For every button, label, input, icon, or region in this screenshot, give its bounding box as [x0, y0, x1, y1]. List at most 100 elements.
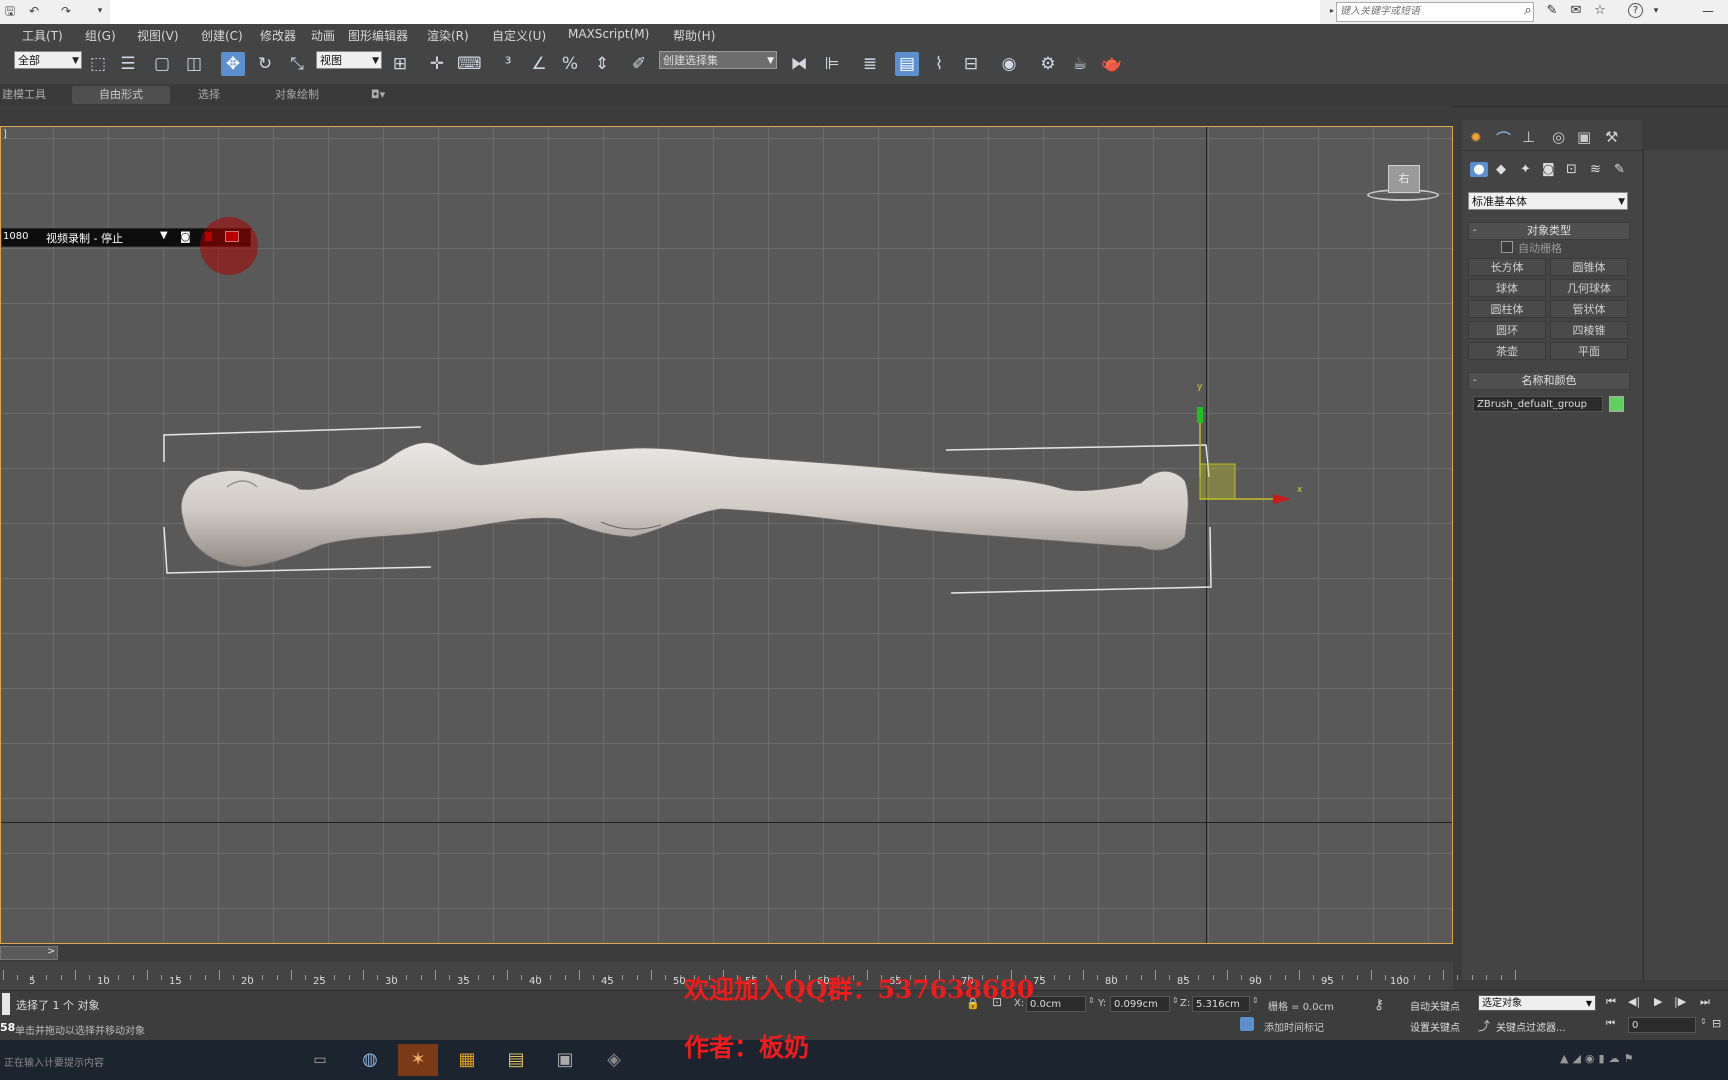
current-frame-field[interactable]: 0: [1628, 1017, 1696, 1033]
shapes-icon[interactable]: ◆: [1496, 162, 1506, 177]
tab-object-paint[interactable]: 对象绘制: [262, 86, 332, 104]
redo-icon[interactable]: ↷: [58, 3, 74, 19]
time-slider[interactable]: >: [0, 944, 1453, 962]
layer-explorer-icon[interactable]: ≣: [858, 52, 882, 76]
previous-frame-icon[interactable]: ◀|: [1628, 995, 1640, 1008]
time-slider-thumb[interactable]: >: [0, 946, 58, 960]
menu-group[interactable]: 组(G): [85, 27, 116, 44]
render-production-icon[interactable]: 🫖: [1100, 52, 1124, 76]
menu-rendering[interactable]: 渲染(R): [427, 27, 469, 44]
time-config-icon[interactable]: ⊟: [1712, 1017, 1721, 1030]
z-coordinate-field[interactable]: 5.316cm: [1192, 996, 1250, 1012]
tab-selection[interactable]: 选择: [185, 86, 233, 104]
tools-icon[interactable]: ✎: [1544, 3, 1560, 19]
play-icon[interactable]: ▶: [1654, 995, 1662, 1008]
collapse-icon[interactable]: -: [1473, 373, 1477, 389]
rectangular-selection-icon[interactable]: ▢: [150, 52, 174, 76]
scene-explorer-icon[interactable]: ▤: [895, 52, 919, 76]
render-setup-icon[interactable]: ⚙: [1036, 52, 1060, 76]
y-spinner-icon[interactable]: ⇕: [1172, 996, 1179, 1005]
keyboard-shortcut-override-icon[interactable]: ⌨: [457, 52, 482, 76]
menu-create[interactable]: 创建(C): [201, 27, 243, 44]
box-button[interactable]: 长方体: [1468, 258, 1546, 276]
named-selection-dropdown[interactable]: 创建选择集 ▼: [659, 51, 777, 69]
task-view-icon[interactable]: ▭: [300, 1044, 340, 1076]
create-tab-icon[interactable]: ✹: [1470, 130, 1482, 146]
favorites-star-icon[interactable]: ☆: [1592, 3, 1608, 19]
autogrid-checkbox[interactable]: [1501, 241, 1513, 253]
help-icon[interactable]: ?: [1628, 3, 1643, 18]
next-frame-button-icon[interactable]: |▶: [1674, 995, 1686, 1008]
percent-snap-icon[interactable]: %: [558, 52, 582, 76]
minimize-icon[interactable]: —: [1700, 3, 1716, 19]
lights-icon[interactable]: ✦: [1520, 162, 1531, 177]
schematic-view-icon[interactable]: ⊟: [959, 52, 983, 76]
angle-snap-icon[interactable]: ∠: [527, 52, 551, 76]
add-time-tag-button[interactable]: 添加时间标记: [1264, 1019, 1324, 1034]
binoculars-icon[interactable]: ⌕: [1520, 3, 1536, 19]
teapot-button[interactable]: 茶壶: [1468, 342, 1546, 360]
search-box[interactable]: [1336, 2, 1534, 22]
key-mode-toggle-icon[interactable]: ⏮: [1606, 1018, 1615, 1029]
undo-icon[interactable]: ↶: [26, 3, 42, 19]
communication-icon[interactable]: ✉: [1568, 3, 1584, 19]
x-coordinate-field[interactable]: 0.0cm: [1026, 996, 1086, 1012]
helpers-icon[interactable]: ⊡: [1566, 162, 1577, 177]
y-coordinate-field[interactable]: 0.099cm: [1110, 996, 1170, 1012]
go-to-end-icon[interactable]: ⏭: [1700, 995, 1710, 1009]
select-and-move-icon[interactable]: ✥: [221, 52, 245, 76]
align-icon[interactable]: ⊫: [820, 52, 844, 76]
edit-named-selection-icon[interactable]: ✐: [627, 52, 651, 76]
spinner-snap-icon[interactable]: ⇕: [590, 52, 614, 76]
gizmo-y-arrow[interactable]: [1197, 407, 1203, 423]
torus-button[interactable]: 圆环: [1468, 321, 1546, 339]
help-dropdown-icon[interactable]: ▾: [1648, 3, 1664, 19]
app-icon-orange[interactable]: ▦: [447, 1044, 487, 1076]
mirror-icon[interactable]: ⧓: [787, 52, 811, 76]
collapse-icon[interactable]: -: [1473, 223, 1477, 239]
system-tray-icons[interactable]: ▲◢◉▮☁⚑: [1560, 1052, 1637, 1065]
display-tab-icon[interactable]: ▣: [1577, 128, 1591, 146]
set-key-button[interactable]: 设置关键点: [1410, 1019, 1460, 1034]
key-icon[interactable]: ⚷: [1374, 997, 1384, 1013]
ribbon-options-icon[interactable]: ◘▾: [366, 86, 390, 104]
next-frame-icon[interactable]: >: [47, 946, 55, 957]
key-filters-button[interactable]: 关键点过滤器...: [1496, 1019, 1566, 1034]
z-spinner-icon[interactable]: ⇕: [1252, 996, 1259, 1005]
space-warps-icon[interactable]: ≋: [1590, 162, 1601, 177]
cylinder-button[interactable]: 圆柱体: [1468, 300, 1546, 318]
menu-maxscript[interactable]: MAXScript(M): [568, 27, 649, 41]
tube-button[interactable]: 管状体: [1550, 300, 1628, 318]
geometry-icon[interactable]: ●: [1470, 162, 1488, 177]
selection-filter-dropdown[interactable]: 全部 ▼: [14, 51, 82, 69]
systems-icon[interactable]: ✎: [1614, 162, 1625, 177]
curve-filter-icon[interactable]: ⤴: [1478, 1017, 1490, 1034]
manipulate-icon[interactable]: ✛: [425, 52, 449, 76]
tab-modeling-tools[interactable]: 建模工具: [0, 86, 48, 104]
motion-tab-icon[interactable]: ◎: [1552, 128, 1565, 146]
search-input[interactable]: [1337, 3, 1533, 19]
menu-view[interactable]: 视图(V): [137, 27, 179, 44]
select-object-icon[interactable]: ⬚: [86, 52, 110, 76]
image-viewer-icon[interactable]: ▣: [545, 1044, 585, 1076]
sphere-button[interactable]: 球体: [1468, 279, 1546, 297]
taskbar-search-hint[interactable]: 正在输入计要提示内容: [4, 1054, 104, 1069]
human-body-mesh[interactable]: [181, 442, 1189, 568]
object-name-field[interactable]: ZBrush_defualt_group: [1473, 396, 1603, 412]
hierarchy-tab-icon[interactable]: ⊥: [1522, 128, 1535, 146]
maxscript-listener-handle[interactable]: [2, 993, 10, 1015]
viewport-top[interactable]: ] 1080 视频录制 - 停止 ▼ ◙ 右 y x: [0, 126, 1453, 944]
reference-coordinate-dropdown[interactable]: 视图 ▼: [316, 51, 382, 69]
menu-animation[interactable]: 动画: [311, 27, 335, 44]
select-by-name-icon[interactable]: ☰: [116, 52, 140, 76]
menu-modifiers[interactable]: 修改器: [260, 27, 296, 44]
utilities-tab-icon[interactable]: ⚒: [1605, 128, 1618, 146]
gizmo-x-arrow[interactable]: [1273, 494, 1291, 504]
move-gizmo[interactable]: [1197, 407, 1291, 504]
3dsmax-app-icon[interactable]: ✶: [398, 1044, 438, 1076]
quick-access-dropdown-icon[interactable]: ▾: [92, 3, 108, 19]
file-explorer-icon[interactable]: ▤: [496, 1044, 536, 1076]
app-icon-grey[interactable]: ◈: [594, 1044, 634, 1076]
menu-customize[interactable]: 自定义(U): [492, 27, 546, 44]
frame-spinner-icon[interactable]: ⇕: [1700, 1017, 1707, 1026]
